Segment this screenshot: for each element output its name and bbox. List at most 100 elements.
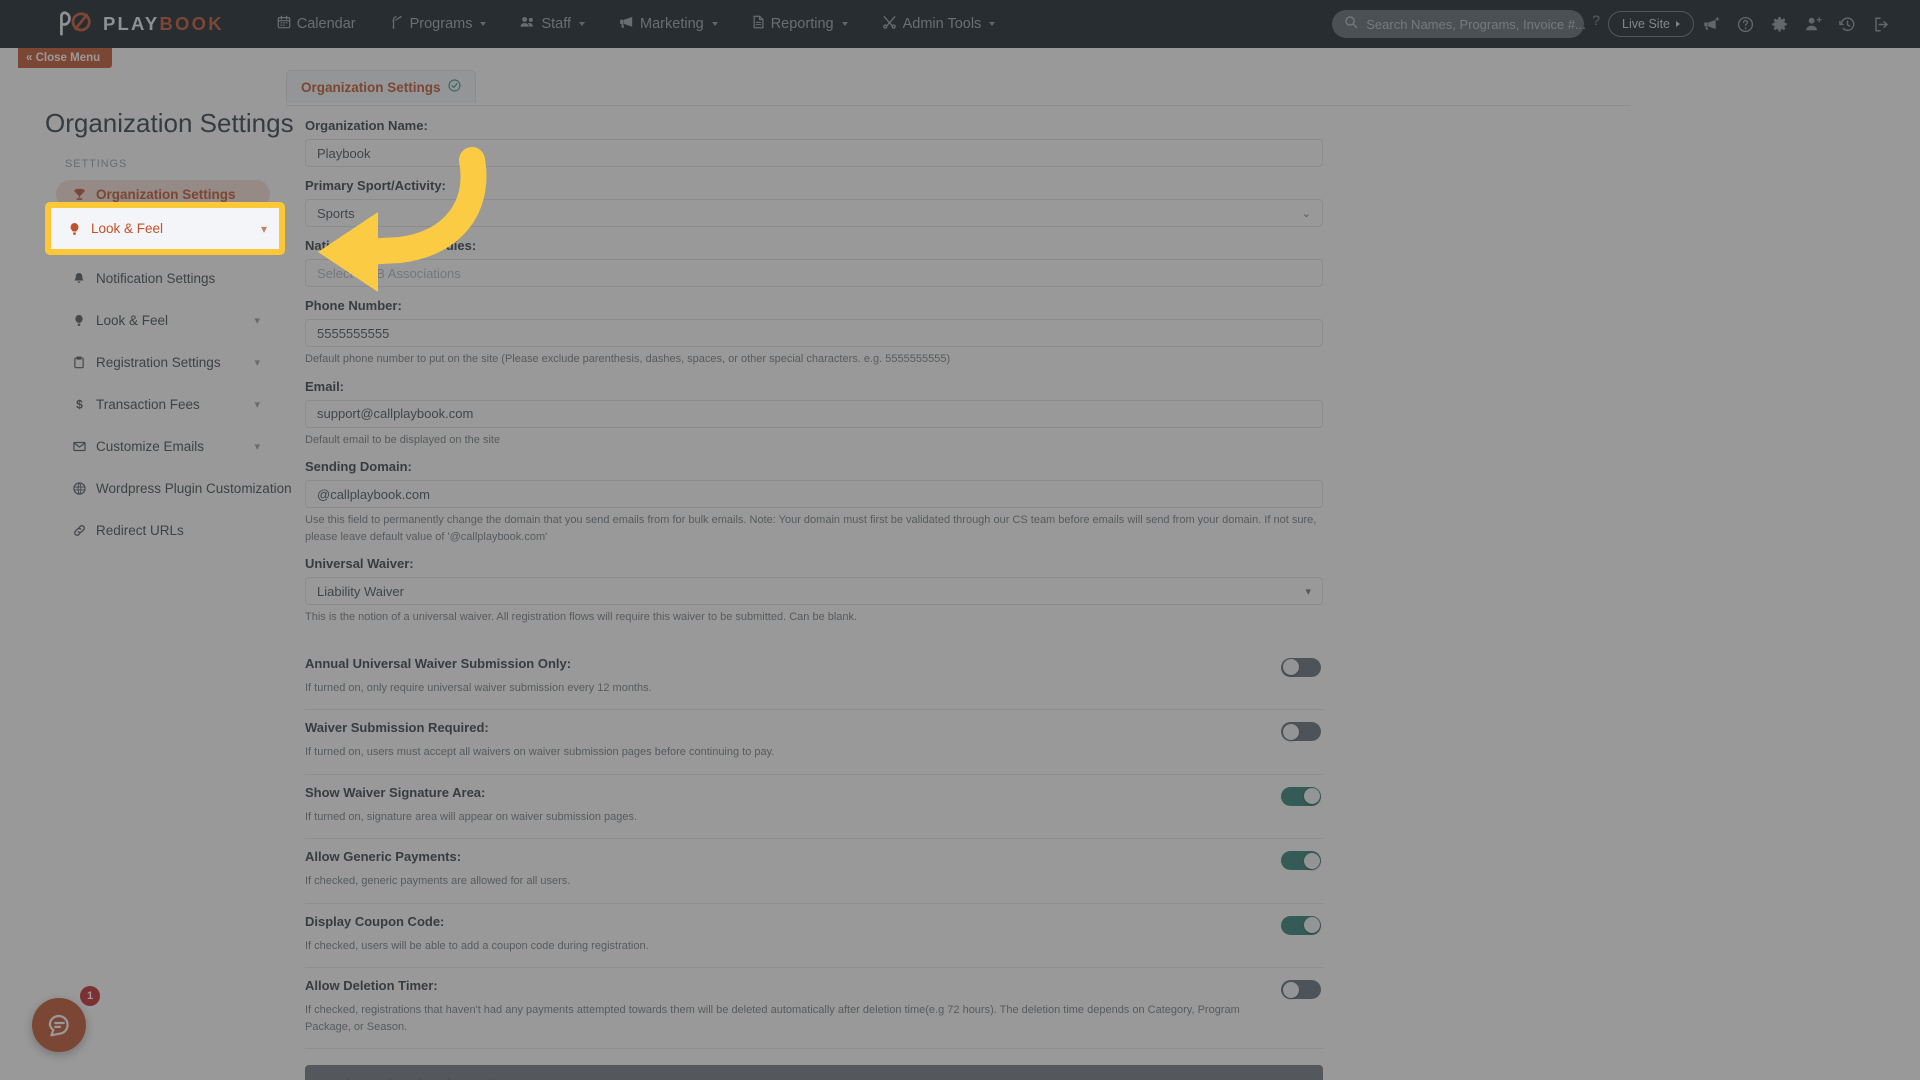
live-site-button[interactable]: Live Site bbox=[1608, 11, 1694, 37]
organization-name-input[interactable]: Playbook bbox=[305, 139, 1323, 167]
app-root: PLAYBOOK Calendar Programs Staff Marketi… bbox=[0, 0, 1920, 1080]
question-circle-icon[interactable] bbox=[1728, 0, 1762, 48]
toggle-label: Annual Universal Waiver Submission Only: bbox=[305, 655, 572, 671]
toggle-help-text: If turned on, only require universal wai… bbox=[305, 681, 652, 694]
global-search[interactable]: Search Names, Programs, Invoice #... bbox=[1332, 10, 1586, 38]
field-help-text: Default phone number to put on the site … bbox=[305, 353, 951, 365]
nav-item-marketing[interactable]: Marketing bbox=[602, 0, 735, 48]
history-clock-icon[interactable] bbox=[1830, 0, 1864, 48]
primary-nav: Calendar Programs Staff Marketing Report… bbox=[260, 0, 1013, 48]
wordpress-icon bbox=[70, 481, 88, 495]
search-input[interactable]: Search Names, Programs, Invoice #... bbox=[1366, 17, 1586, 32]
field-sending-domain: Sending Domain: @callplaybook.com Use th… bbox=[305, 459, 1323, 545]
advanced-registration-options-accordion[interactable]: Advanced Registration Options bbox=[305, 1065, 1323, 1080]
nav-item-reporting[interactable]: Reporting bbox=[735, 0, 865, 48]
select-value: Sports bbox=[317, 205, 355, 221]
toggle-label: Display Coupon Code: bbox=[305, 913, 445, 929]
toggle-knob bbox=[1282, 723, 1299, 740]
chevron-down-icon: ▾ bbox=[254, 440, 260, 453]
field-email: Email: support@callplaybook.com Default … bbox=[305, 379, 1323, 449]
sidebar-item-wordpress-plugin-customization[interactable]: Wordpress Plugin Customization bbox=[56, 474, 292, 502]
chevron-down-icon: ▾ bbox=[254, 398, 260, 411]
sending-domain-input[interactable]: @callplaybook.com bbox=[305, 480, 1323, 508]
sidebar-item-look-and-feel-highlighted[interactable]: Look & Feel ▾ bbox=[51, 208, 279, 249]
page-title: Organization Settings bbox=[45, 108, 294, 138]
chevron-down-icon bbox=[989, 22, 996, 26]
link-icon bbox=[70, 524, 88, 537]
sidebar-item-registration-settings[interactable]: Registration Settings ▾ bbox=[56, 348, 270, 376]
brand-logo-link[interactable]: PLAYBOOK bbox=[58, 0, 224, 48]
chevron-down-icon bbox=[711, 22, 718, 26]
sidebar-item-label: Look & Feel bbox=[96, 312, 169, 328]
field-universal-waiver: Universal Waiver: Liability Waiver ▾ Thi… bbox=[305, 556, 1323, 626]
sidebar-item-customize-emails[interactable]: Customize Emails ▾ bbox=[56, 432, 270, 460]
logout-icon[interactable] bbox=[1864, 0, 1898, 48]
field-primary-sport: Primary Sport/Activity: Sports ⌄ bbox=[305, 178, 1323, 227]
allow-deletion-timer-toggle[interactable] bbox=[1281, 980, 1321, 999]
gear-icon[interactable] bbox=[1762, 0, 1796, 48]
show-waiver-signature-area-toggle[interactable] bbox=[1281, 786, 1321, 806]
sidebar-item-label: Customize Emails bbox=[96, 438, 205, 454]
search-help-icon[interactable]: ? bbox=[1592, 13, 1600, 27]
field-phone-number: Phone Number: 5555555555 Default phone n… bbox=[305, 298, 1323, 368]
field-label: National Governing Bodies: bbox=[305, 238, 477, 253]
nav-item-staff[interactable]: Staff bbox=[503, 0, 602, 48]
nav-label: Reporting bbox=[770, 16, 834, 32]
primary-sport-select[interactable]: Sports ⌄ bbox=[305, 199, 1323, 227]
phone-number-input[interactable]: 5555555555 bbox=[305, 319, 1323, 347]
calendar-icon bbox=[277, 15, 291, 33]
chat-bubble-icon[interactable] bbox=[32, 998, 86, 1052]
field-national-governing-bodies: National Governing Bodies: Select NGB As… bbox=[305, 238, 1323, 287]
ngb-input[interactable]: Select NGB Associations bbox=[305, 259, 1323, 287]
universal-waiver-select[interactable]: Liability Waiver ▾ bbox=[305, 577, 1323, 605]
sidebar-item-label: Notification Settings bbox=[96, 270, 216, 286]
brand-play-text: PLAY bbox=[103, 12, 160, 34]
megaphone-plus-icon[interactable] bbox=[1694, 0, 1728, 48]
close-menu-button[interactable]: « Close Menu bbox=[18, 48, 113, 68]
sidebar-item-look-and-feel[interactable]: Look & Feel ▾ bbox=[56, 306, 270, 334]
waiver-submission-required-toggle[interactable] bbox=[1281, 722, 1321, 741]
nav-item-calendar[interactable]: Calendar bbox=[260, 0, 373, 48]
nav-item-programs[interactable]: Programs bbox=[373, 0, 504, 48]
live-site-label: Live Site bbox=[1622, 17, 1670, 31]
svg-text:$: $ bbox=[76, 398, 83, 411]
chevron-right-icon bbox=[1676, 21, 1680, 27]
toggle-knob bbox=[1303, 852, 1320, 869]
brand-wordmark: PLAYBOOK bbox=[103, 12, 224, 34]
tab-strip: Organization Settings bbox=[286, 70, 1631, 106]
toggle-label: Show Waiver Signature Area: bbox=[305, 784, 486, 800]
toggle-row-allow-deletion-timer: Allow Deletion Timer: If checked, regist… bbox=[305, 968, 1323, 1049]
user-plus-icon[interactable] bbox=[1796, 0, 1830, 48]
toggle-help-text: If turned on, users must accept all waiv… bbox=[305, 746, 775, 758]
sidebar-item-transaction-fees[interactable]: $ Transaction Fees ▾ bbox=[56, 390, 270, 418]
display-coupon-code-toggle[interactable] bbox=[1281, 915, 1321, 935]
sidebar-item-notification-settings[interactable]: Notification Settings bbox=[56, 264, 270, 292]
email-input[interactable]: support@callplaybook.com bbox=[305, 399, 1323, 428]
hot-air-balloon-icon bbox=[65, 222, 83, 236]
sitemap-icon bbox=[390, 15, 404, 33]
toggle-row-display-coupon-code: Display Coupon Code: If checked, users w… bbox=[305, 904, 1323, 968]
nav-label: Staff bbox=[541, 16, 572, 32]
select-value: Liability Waiver bbox=[317, 583, 404, 599]
sidebar-item-redirect-urls[interactable]: Redirect URLs bbox=[56, 516, 270, 544]
tab-organization-settings[interactable]: Organization Settings bbox=[286, 70, 476, 103]
close-menu-label: Close Menu bbox=[35, 52, 101, 64]
chat-unread-badge: 1 bbox=[80, 986, 100, 1006]
playbook-logo-icon bbox=[58, 11, 94, 37]
trophy-icon bbox=[70, 188, 88, 201]
toggle-help-text: If turned on, signature area will appear… bbox=[305, 810, 638, 823]
search-icon bbox=[1344, 15, 1358, 34]
annual-universal-waiver-toggle[interactable] bbox=[1281, 657, 1321, 677]
sidebar-item-label: Organization Settings bbox=[96, 186, 236, 202]
nav-item-admin-tools[interactable]: Admin Tools bbox=[865, 0, 1013, 48]
document-icon bbox=[752, 15, 765, 33]
allow-generic-payments-toggle[interactable] bbox=[1281, 851, 1321, 870]
double-chevron-left-icon: « bbox=[26, 52, 33, 64]
toggle-help-text: If checked, generic payments are allowed… bbox=[305, 875, 571, 887]
toggle-row-allow-generic-payments: Allow Generic Payments: If checked, gene… bbox=[305, 839, 1323, 904]
field-organization-name: Organization Name: Playbook bbox=[305, 118, 1323, 167]
chevron-down-icon bbox=[841, 22, 848, 26]
toggle-help-text: If checked, users will be able to add a … bbox=[305, 939, 649, 952]
toggle-label: Allow Generic Payments: bbox=[305, 849, 462, 864]
tab-label: Organization Settings bbox=[301, 79, 441, 95]
